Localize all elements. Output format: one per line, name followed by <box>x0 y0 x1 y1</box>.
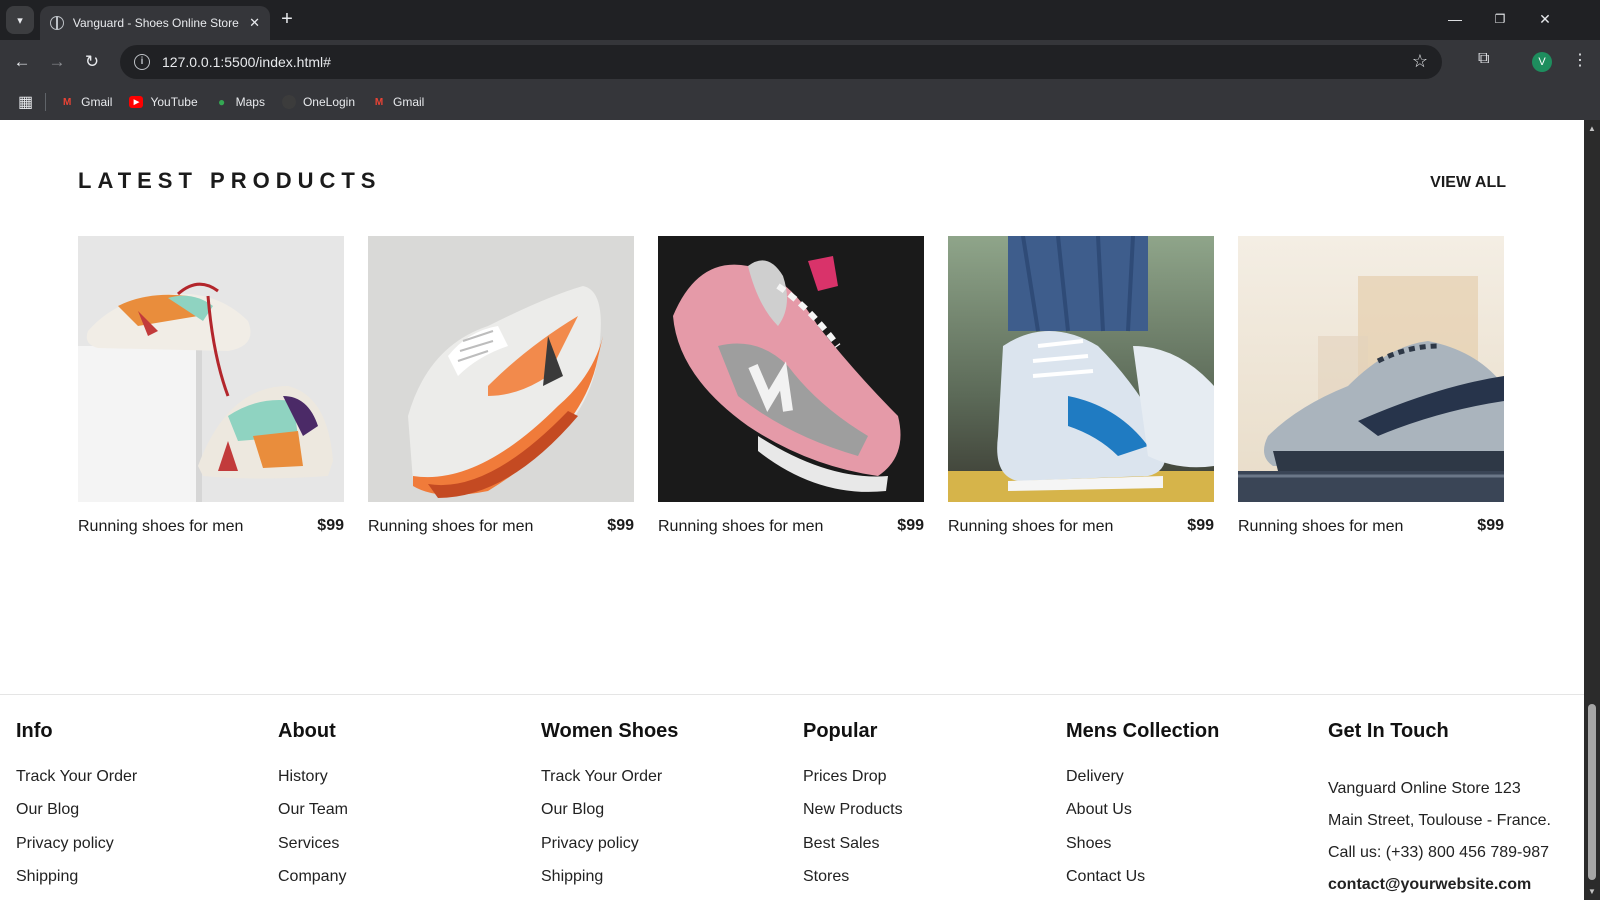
footer-link[interactable]: Privacy policy <box>16 835 114 853</box>
scroll-down-arrow-icon[interactable]: ▼ <box>1588 887 1596 896</box>
browser-menu-icon[interactable]: ⋮ <box>1572 50 1588 70</box>
product-price: $99 <box>1187 517 1214 534</box>
footer-col-title: Info <box>16 720 53 742</box>
product-name[interactable]: Running shoes for men <box>78 518 243 536</box>
footer-link[interactable]: Privacy policy <box>541 835 639 853</box>
section-title: LATEST PRODUCTS <box>78 168 382 193</box>
bookmarks-bar: ▦ M Gmail ▶ YouTube ● Maps OneLogin M Gm… <box>0 84 1600 120</box>
product-card[interactable]: Running shoes for men $99 <box>368 236 634 535</box>
product-image[interactable] <box>658 236 924 502</box>
product-name[interactable]: Running shoes for men <box>1238 518 1403 536</box>
bookmark-youtube[interactable]: ▶ YouTube <box>129 95 198 109</box>
scroll-up-arrow-icon[interactable]: ▲ <box>1588 124 1596 133</box>
footer-link[interactable]: Delivery <box>1066 768 1124 786</box>
footer-link[interactable]: Track Your Order <box>541 768 662 786</box>
address-bar[interactable]: i 127.0.0.1:5500/index.html# ☆ <box>120 45 1442 79</box>
footer-link[interactable]: Our Blog <box>16 801 79 819</box>
footer-link[interactable]: Shipping <box>541 868 603 886</box>
browser-tab[interactable]: Vanguard - Shoes Online Store ✕ <box>40 6 270 40</box>
close-window-button[interactable]: ✕ <box>1530 8 1560 30</box>
url-text[interactable]: 127.0.0.1:5500/index.html# <box>162 54 331 70</box>
gmail-icon: M <box>62 96 72 108</box>
footer-link[interactable]: Our Team <box>278 801 348 819</box>
scrollbar-thumb[interactable] <box>1588 704 1596 880</box>
product-image[interactable] <box>948 236 1214 502</box>
youtube-icon: ▶ <box>129 96 144 108</box>
footer-col-title: About <box>278 720 336 742</box>
tab-search-chevron-icon[interactable]: ▾ <box>6 6 34 34</box>
bookmark-maps[interactable]: ● Maps <box>215 95 265 109</box>
product-card[interactable]: Running shoes for men $99 <box>948 236 1214 535</box>
bookmark-label: YouTube <box>150 95 198 109</box>
footer-link[interactable]: Best Sales <box>803 835 879 853</box>
bookmark-label: Maps <box>235 95 265 109</box>
site-info-icon[interactable]: i <box>134 54 150 70</box>
product-card[interactable]: Running shoes for men $99 <box>658 236 924 535</box>
footer-link[interactable]: Shipping <box>16 868 78 886</box>
tab-close-icon[interactable]: ✕ <box>249 15 260 31</box>
globe-icon <box>50 16 64 30</box>
gmail-icon: M <box>374 96 384 108</box>
bookmark-star-icon[interactable]: ☆ <box>1412 51 1428 72</box>
tab-strip: ▾ Vanguard - Shoes Online Store ✕ + — ❐ … <box>0 0 1600 40</box>
back-arrow-icon[interactable]: ← <box>10 50 34 74</box>
product-name[interactable]: Running shoes for men <box>658 518 823 536</box>
bookmark-onelogin[interactable]: OneLogin <box>281 95 356 109</box>
maps-icon: ● <box>218 95 226 109</box>
footer-link[interactable]: Track Your Order <box>16 768 137 786</box>
footer-link[interactable]: Contact Us <box>1066 868 1145 886</box>
bookmark-gmail[interactable]: M Gmail <box>60 95 113 109</box>
contact-address-line-1: Vanguard Online Store 123 <box>1328 780 1521 797</box>
footer-col-title: Mens Collection <box>1066 720 1220 742</box>
bookmark-label: Gmail <box>81 95 113 109</box>
footer-col-title: Get In Touch <box>1328 720 1449 742</box>
extensions-icon[interactable]: ⧉ <box>1478 50 1489 68</box>
tab-title: Vanguard - Shoes Online Store <box>72 16 239 30</box>
product-card[interactable]: Running shoes for men $99 <box>78 236 344 535</box>
new-tab-button[interactable]: + <box>276 8 298 30</box>
footer-divider <box>0 694 1584 695</box>
product-price: $99 <box>607 517 634 534</box>
footer-col-title: Popular <box>803 720 878 742</box>
footer-link[interactable]: Stores <box>803 868 849 886</box>
footer-link[interactable]: Prices Drop <box>803 768 887 786</box>
forward-arrow-icon[interactable]: → <box>45 50 69 74</box>
contact-phone: Call us: (+33) 800 456 789-987 <box>1328 844 1550 861</box>
product-name[interactable]: Running shoes for men <box>368 518 533 536</box>
onelogin-icon <box>281 95 296 109</box>
product-name[interactable]: Running shoes for men <box>948 518 1113 536</box>
bookmark-gmail-2[interactable]: M Gmail <box>372 95 425 109</box>
bookmark-label: OneLogin <box>302 95 356 109</box>
reload-icon[interactable]: ↻ <box>80 50 104 74</box>
footer-link[interactable]: New Products <box>803 801 903 819</box>
footer-link[interactable]: History <box>278 768 328 786</box>
minimize-button[interactable]: — <box>1440 8 1470 30</box>
footer-link[interactable]: About Us <box>1066 801 1132 819</box>
product-image[interactable] <box>368 236 634 502</box>
bookmarks-divider <box>45 93 47 111</box>
product-card[interactable]: Running shoes for men $99 <box>1238 236 1504 535</box>
product-price: $99 <box>317 517 344 534</box>
product-list: Running shoes for men $99 Running shoes … <box>78 236 1506 556</box>
contact-address-line-2: Main Street, Toulouse - France. <box>1328 812 1551 829</box>
footer-link[interactable]: Company <box>278 868 346 886</box>
product-image[interactable] <box>78 236 344 502</box>
bookmark-label: Gmail <box>393 95 425 109</box>
view-all-link[interactable]: VIEW ALL <box>1430 174 1506 192</box>
footer-link[interactable]: Our Blog <box>541 801 604 819</box>
browser-toolbar: ← → ↻ i 127.0.0.1:5500/index.html# ☆ ⧉ V… <box>0 40 1600 84</box>
footer-link[interactable]: Services <box>278 835 339 853</box>
product-image[interactable] <box>1238 236 1504 502</box>
restore-button[interactable]: ❐ <box>1485 8 1515 30</box>
profile-avatar[interactable]: V <box>1532 52 1552 72</box>
footer-link[interactable]: Shoes <box>1066 835 1111 853</box>
contact-email[interactable]: contact@yourwebsite.com <box>1328 876 1531 894</box>
page-viewport: LATEST PRODUCTS VIEW ALL Running shoes f… <box>0 120 1584 900</box>
page-scrollbar[interactable]: ▲ ▼ <box>1584 120 1600 900</box>
product-price: $99 <box>1477 517 1504 534</box>
product-price: $99 <box>897 517 924 534</box>
apps-grid-icon[interactable]: ▦ <box>18 92 33 112</box>
footer-col-title: Women Shoes <box>541 720 679 742</box>
